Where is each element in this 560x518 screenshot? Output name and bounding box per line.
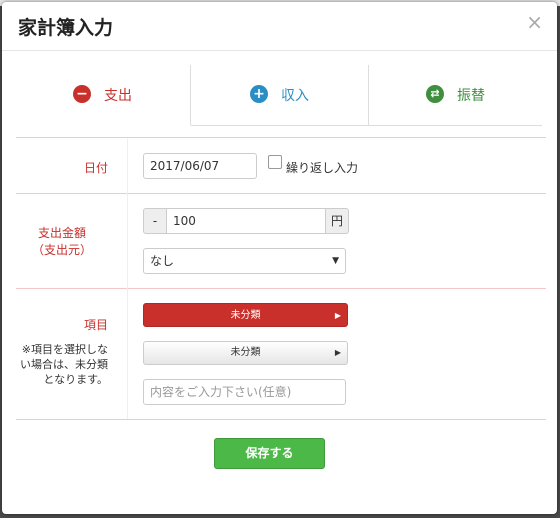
chevron-down-icon: ▼: [332, 256, 339, 266]
column-divider: [127, 139, 128, 419]
chevron-right-icon: ▶: [334, 311, 341, 320]
detail-input[interactable]: 内容をご入力下さい(任意): [143, 379, 346, 405]
save-button[interactable]: 保存する: [214, 438, 325, 469]
repeat-label: 繰り返し入力: [286, 161, 359, 175]
date-label: 日付: [83, 161, 108, 175]
divider: [16, 419, 546, 420]
amount-label-text: 支出金額: [37, 226, 86, 240]
source-select[interactable]: なし ▼: [143, 248, 346, 274]
category-main-button[interactable]: 未分類 ▶: [143, 303, 348, 327]
amount-unit: 円: [325, 208, 349, 234]
amount-input[interactable]: 100: [166, 208, 326, 234]
category-main-value: 未分類: [230, 310, 261, 321]
chevron-right-icon: ▶: [334, 348, 341, 357]
minus-circle-icon: −: [73, 85, 91, 103]
tab-income-label: 収入: [281, 88, 309, 104]
category-sub-button[interactable]: 未分類 ▶: [143, 341, 348, 365]
close-button[interactable]: ×: [526, 12, 543, 32]
divider: [16, 137, 546, 138]
divider: [16, 193, 546, 194]
divider: [16, 288, 546, 289]
modal-header: 家計簿入力 ×: [2, 2, 557, 51]
category-label: 項目: [83, 318, 108, 332]
tab-income[interactable]: + 収入: [193, 65, 366, 125]
amount-sign: -: [143, 208, 167, 234]
tab-transfer-label: 振替: [457, 88, 485, 104]
source-select-value: なし: [150, 254, 175, 268]
plus-circle-icon: +: [250, 85, 268, 103]
modal-title: 家計簿入力: [18, 17, 114, 39]
amount-label: 支出金額 （支出元）: [16, 224, 108, 258]
transfer-circle-icon: ⇄: [426, 85, 444, 103]
amount-sublabel: （支出元）: [31, 243, 92, 257]
date-input[interactable]: 2017/06/07: [143, 153, 257, 179]
tab-expense[interactable]: − 支出: [16, 65, 191, 126]
tab-transfer[interactable]: ⇄ 振替: [368, 65, 543, 125]
household-entry-modal: 家計簿入力 × − 支出 + 収入 ⇄ 振替 日付 2017/06/07 繰り返…: [2, 2, 557, 514]
type-tabs: − 支出 + 収入 ⇄ 振替: [16, 65, 542, 126]
category-sub-value: 未分類: [230, 347, 261, 358]
repeat-checkbox[interactable]: [268, 155, 282, 169]
tab-expense-label: 支出: [104, 88, 132, 104]
category-note: ※項目を選択しない場合は、未分類となります。: [20, 343, 108, 386]
